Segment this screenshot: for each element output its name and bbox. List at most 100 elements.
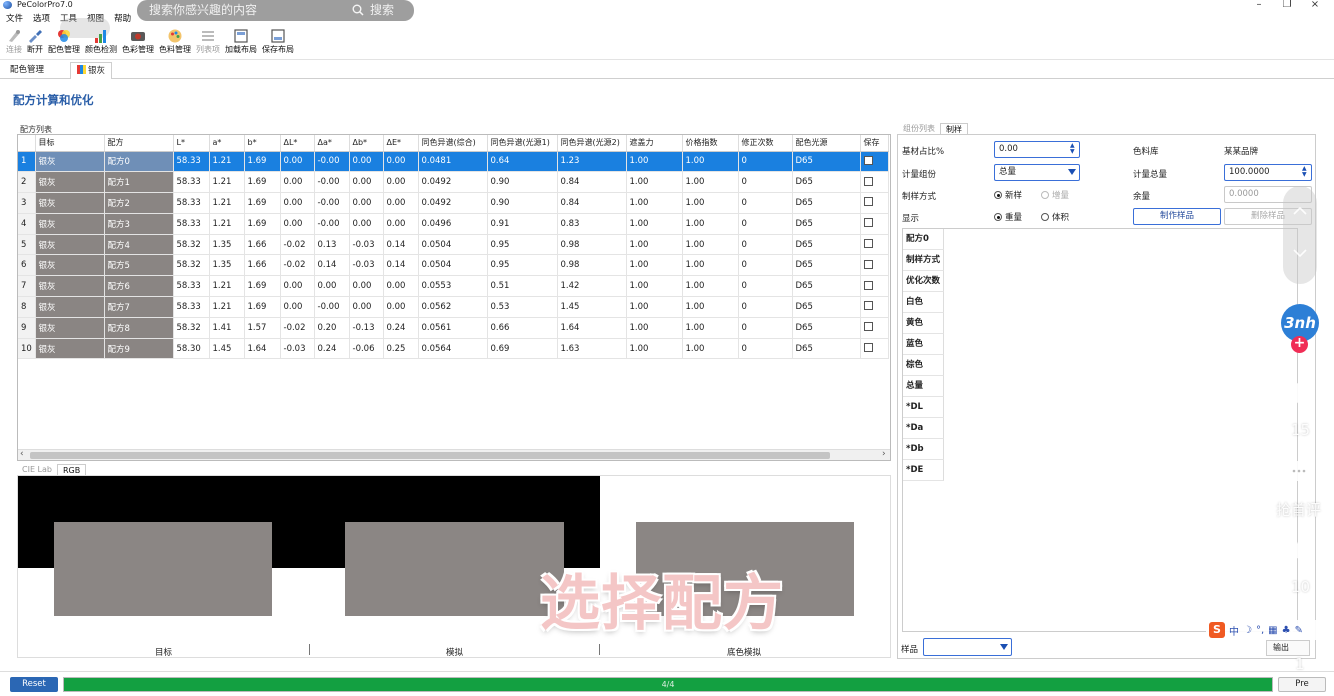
punctuation-icon[interactable]: °, — [1256, 625, 1264, 636]
save-checkbox[interactable] — [863, 259, 873, 269]
moon-icon[interactable]: ☽ — [1243, 625, 1252, 636]
column-header[interactable]: 遮盖力 — [626, 135, 683, 152]
sample-select[interactable] — [923, 638, 1012, 656]
save-checkbox[interactable] — [863, 343, 873, 353]
tab-component-list[interactable]: 组份列表 — [898, 123, 940, 134]
reset-button[interactable]: Reset — [10, 677, 58, 692]
ime-toolbar[interactable]: S 中 ☽ °, ▦ ♣ ✎ — [1206, 620, 1334, 640]
column-header[interactable] — [18, 135, 36, 152]
column-header[interactable]: 同色异谱(光源1) — [487, 135, 558, 152]
chevron-down-icon[interactable] — [1292, 248, 1308, 258]
tab-sample-making[interactable]: 制样 — [940, 123, 968, 134]
table-row[interactable]: 3 银灰 配方2 58.33 1.21 1.69 0.00 -0.00 0.00 0.00 0.04… — [18, 192, 889, 214]
save-checkbox[interactable] — [863, 197, 873, 207]
method-increment-radio[interactable]: 增量 — [1041, 189, 1069, 201]
tab-rgb[interactable]: RGB — [56, 464, 87, 475]
table-row[interactable]: 10 银灰 配方9 58.30 1.45 1.64 -0.03 0.24 -0.06 0.25 0.… — [18, 338, 889, 360]
table-header: 目标 配方 L* a* b* ΔL* Δa* Δb* ΔE* 同色异谱(综合) 同色异谱(光源1) 同… — [18, 135, 889, 152]
color-detect-button[interactable]: 颜色检测 — [85, 27, 117, 60]
table-row[interactable]: 2 银灰 配方1 58.33 1.21 1.69 0.00 -0.00 0.00 0.00 0.04… — [18, 171, 889, 194]
connect-button[interactable]: 连接 — [6, 27, 22, 60]
column-header[interactable]: ΔE* — [383, 135, 419, 152]
column-header[interactable]: 修正次数 — [738, 135, 793, 152]
method-new-radio[interactable]: 新样 — [994, 189, 1022, 201]
minimize-button[interactable]: – — [1252, 0, 1266, 11]
list-items-button[interactable]: 列表项 — [196, 27, 220, 60]
column-header[interactable]: a* — [209, 135, 245, 152]
tab-color-match[interactable]: 配色管理 — [4, 62, 50, 79]
menu-help[interactable]: 帮助 — [108, 12, 135, 26]
follow-button[interactable]: + — [1291, 336, 1308, 353]
load-layout-button[interactable]: 加载布局 — [225, 27, 257, 60]
table-cell: 0.0562 — [418, 296, 488, 318]
spinner-arrows-icon[interactable]: ▲ ▼ — [1070, 143, 1077, 155]
save-checkbox[interactable] — [863, 301, 873, 311]
scrollbar-thumb[interactable] — [30, 452, 830, 459]
column-header[interactable]: Δb* — [349, 135, 384, 152]
pre-button[interactable]: Pre — [1278, 677, 1326, 692]
menu-options[interactable]: 选项 — [27, 12, 54, 26]
column-header[interactable]: 保存 — [860, 135, 889, 152]
search-button[interactable]: 搜索 — [370, 2, 394, 19]
menu-file[interactable]: 文件 — [0, 12, 27, 26]
column-header[interactable]: b* — [244, 135, 281, 152]
table-row[interactable]: 6 银灰 配方5 58.32 1.35 1.66 -0.02 0.14 -0.03 0.14 0.0… — [18, 254, 889, 277]
base-ratio-input[interactable]: 0.00 ▲ ▼ — [994, 141, 1080, 158]
column-header[interactable]: 同色异谱(光源2) — [557, 135, 627, 152]
scroll-left-icon[interactable]: ‹ — [20, 449, 24, 459]
display-volume-radio[interactable]: 体积 — [1041, 211, 1069, 223]
table-row[interactable]: 7 银灰 配方6 58.33 1.21 1.69 0.00 0.00 0.00 0.00 0.055… — [18, 275, 889, 298]
star-icon[interactable] — [1286, 537, 1313, 563]
table-row[interactable]: 1 银灰 配方0 58.33 1.21 1.69 0.00 -0.00 0.00 0.00 0.04… — [18, 151, 889, 173]
tab-silver-gray[interactable]: 银灰 — [70, 62, 113, 79]
column-header[interactable]: 目标 — [35, 135, 105, 152]
save-checkbox[interactable] — [863, 155, 873, 165]
video-nav-pill[interactable] — [1283, 186, 1317, 284]
column-header[interactable]: L* — [173, 135, 210, 152]
table-cell: 58.32 — [173, 234, 210, 256]
chevron-up-icon[interactable] — [1292, 206, 1308, 216]
export-button[interactable]: 输出 — [1266, 640, 1310, 656]
column-header[interactable]: ΔL* — [280, 135, 315, 152]
keyboard-icon[interactable]: ▦ — [1268, 625, 1277, 636]
total-input[interactable]: 100.0000 ▲ ▼ — [1224, 164, 1312, 181]
save-checkbox[interactable] — [863, 280, 873, 290]
column-header[interactable]: 配方 — [104, 135, 174, 152]
maximize-button[interactable]: ❐ — [1280, 0, 1294, 11]
heart-icon[interactable] — [1285, 380, 1313, 406]
comment-icon[interactable] — [1286, 460, 1312, 484]
column-header[interactable]: Δa* — [314, 135, 350, 152]
table-cell: 0.00 — [280, 192, 315, 214]
table-cell: 1.21 — [209, 192, 245, 214]
table-row[interactable]: 9 银灰 配方8 58.32 1.41 1.57 -0.02 0.20 -0.13 0.24 0.0… — [18, 317, 889, 339]
disconnect-button[interactable]: 断开 — [27, 27, 43, 60]
table-row[interactable]: 5 银灰 配方4 58.32 1.35 1.66 -0.02 0.13 -0.03 0.14 0.0… — [18, 234, 889, 256]
column-header[interactable]: 同色异谱(综合) — [418, 135, 488, 152]
row-number: 10 — [18, 338, 36, 360]
spinner-arrows-icon[interactable]: ▲ ▼ — [1302, 166, 1309, 178]
measure-component-select[interactable]: 总量 — [994, 164, 1080, 181]
table-row[interactable]: 8 银灰 配方7 58.33 1.21 1.69 0.00 -0.00 0.00 0.00 0.05… — [18, 296, 889, 318]
save-checkbox[interactable] — [863, 239, 873, 249]
scroll-right-icon[interactable]: › — [882, 449, 886, 459]
save-layout-button[interactable]: 保存布局 — [262, 27, 294, 60]
table-row[interactable]: 4 银灰 配方3 58.33 1.21 1.69 0.00 -0.00 0.00 0.00 0.04… — [18, 213, 889, 235]
color-match-button[interactable]: 配色管理 — [48, 27, 80, 60]
column-header[interactable]: 价格指数 — [682, 135, 739, 152]
display-weight-radio[interactable]: 重量 — [994, 211, 1022, 223]
skin-icon[interactable]: ♣ — [1282, 625, 1291, 636]
make-sample-button[interactable]: 制作样品 — [1133, 208, 1221, 225]
column-header[interactable]: 配色光源 — [792, 135, 861, 152]
colorant-manage-button[interactable]: 色料管理 — [159, 27, 191, 60]
color-manage-button[interactable]: 色彩管理 — [122, 27, 154, 60]
horizontal-scrollbar[interactable]: ‹ › — [18, 449, 890, 460]
wrench-icon[interactable]: ✎ — [1295, 625, 1303, 636]
video-search-bar[interactable]: 搜索你感兴趣的内容 搜索 — [137, 0, 414, 21]
close-button[interactable]: × — [1308, 0, 1322, 11]
save-checkbox[interactable] — [863, 218, 873, 228]
ime-mode[interactable]: 中 — [1229, 623, 1239, 638]
search-icon[interactable] — [352, 4, 364, 16]
save-checkbox[interactable] — [863, 322, 873, 332]
save-checkbox[interactable] — [863, 176, 873, 186]
tab-cie-lab[interactable]: CIE Lab — [17, 464, 57, 475]
